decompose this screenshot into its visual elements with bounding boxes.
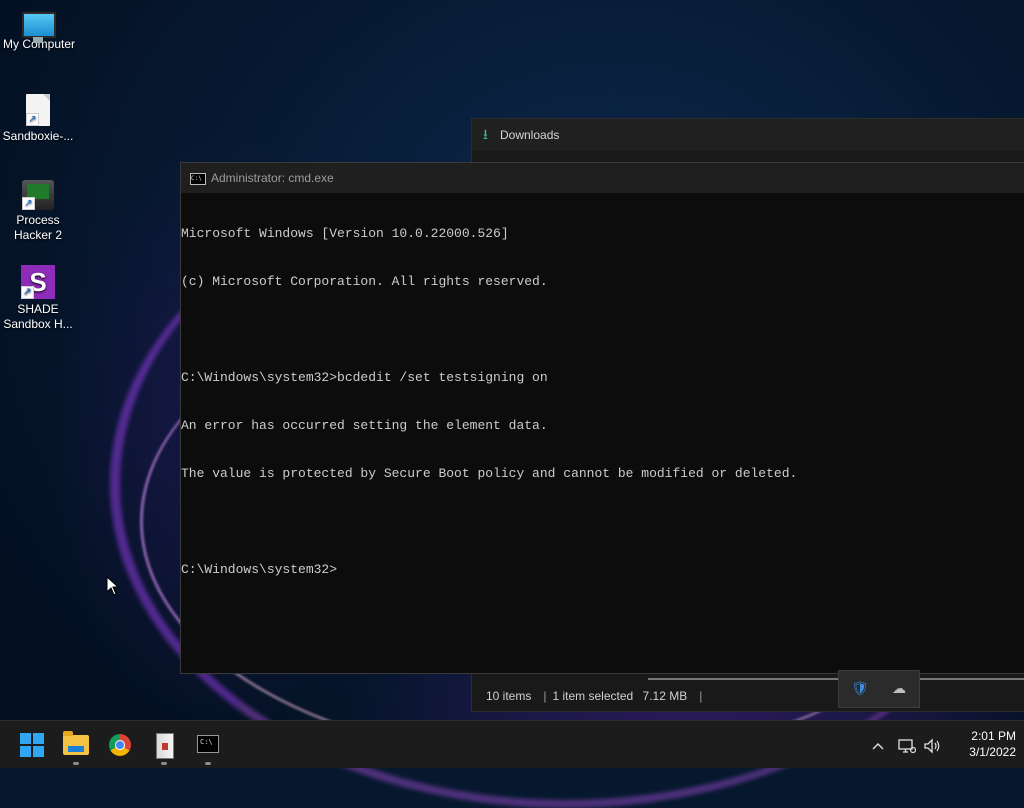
- taskbar-terminal[interactable]: C:\: [188, 725, 228, 765]
- desktop-icon-label-line1: SHADE: [17, 302, 59, 316]
- clock-date: 3/1/2022: [969, 745, 1016, 759]
- mouse-cursor-icon: [106, 576, 120, 596]
- file-explorer-icon: [63, 731, 89, 755]
- desktop-icon-my-computer[interactable]: My Computer: [0, 8, 79, 52]
- console-output[interactable]: Microsoft Windows [Version 10.0.22000.52…: [181, 193, 1024, 610]
- status-item-count: 10 items: [486, 689, 532, 703]
- shortcut-arrow-icon: ↗: [22, 197, 35, 210]
- status-separator: |: [543, 689, 547, 703]
- desktop-icon-shade-sandbox[interactable]: S ↗ SHADE Sandbox H...: [0, 265, 78, 332]
- network-button[interactable]: [895, 721, 919, 769]
- start-button[interactable]: [12, 725, 52, 765]
- taskbar: C:\ 2:01 PM 3/1/2022: [0, 720, 1024, 768]
- speaker-icon: [924, 738, 940, 754]
- chrome-icon: [109, 734, 131, 756]
- process-hacker-icon: ↗: [22, 180, 54, 210]
- cmd-title: Administrator: cmd.exe: [211, 171, 334, 185]
- tray-overflow-popup: 🛡 ☁: [838, 670, 920, 708]
- clock-time: 2:01 PM: [971, 729, 1016, 743]
- shortcut-arrow-icon: ↗: [26, 113, 39, 126]
- network-icon: [898, 739, 917, 754]
- console-line: Microsoft Windows [Version 10.0.22000.52…: [181, 226, 509, 241]
- downloads-title: Downloads: [500, 128, 560, 142]
- security-warning-icon[interactable]: 🛡: [851, 680, 869, 696]
- desktop-icon-label-line2: Hacker 2: [13, 228, 63, 242]
- console-line: (c) Microsoft Corporation. All rights re…: [181, 274, 548, 289]
- tray-chevron-button[interactable]: [866, 721, 890, 769]
- running-indicator: [161, 762, 167, 765]
- file-shortcut-icon: ↗: [26, 94, 50, 126]
- status-selected-count: 1 item selected: [552, 689, 634, 703]
- console-line: The value is protected by Secure Boot po…: [181, 466, 798, 481]
- desktop-icon-label: Sandboxie-...: [2, 129, 74, 143]
- status-selected-size: 7.12 MB: [642, 689, 688, 703]
- desktop-icon-process-hacker[interactable]: ↗ Process Hacker 2: [0, 180, 78, 243]
- terminal-icon: C:\: [197, 735, 219, 753]
- console-line: C:\Windows\system32>bcdedit /set testsig…: [181, 370, 548, 385]
- status-separator: |: [699, 689, 703, 703]
- taskbar-file-explorer[interactable]: [56, 725, 96, 765]
- downloads-titlebar[interactable]: ⭳ Downloads: [472, 119, 1024, 151]
- taskbar-chrome[interactable]: [100, 725, 140, 765]
- running-indicator: [205, 762, 211, 765]
- chevron-up-icon: [872, 743, 884, 750]
- console-prompt-line[interactable]: C:\Windows\system32>: [181, 562, 1024, 578]
- cloud-offline-icon[interactable]: ☁: [890, 680, 908, 696]
- cmd-window[interactable]: C:\ Administrator: cmd.exe Microsoft Win…: [180, 162, 1024, 674]
- volume-button[interactable]: [920, 721, 944, 769]
- desktop-icon-label-line2: Sandbox H...: [3, 317, 73, 331]
- taskbar-archive[interactable]: [144, 725, 184, 765]
- desktop-icon-sandboxie[interactable]: ↗ Sandboxie-...: [0, 94, 78, 144]
- archive-icon: [156, 733, 174, 759]
- download-arrow-icon: ⭳: [483, 126, 488, 142]
- shortcut-arrow-icon: ↗: [21, 286, 34, 299]
- running-indicator: [73, 762, 79, 765]
- windows-logo-icon: [20, 733, 44, 757]
- horizontal-scrollbar[interactable]: [648, 678, 1024, 680]
- shade-sandbox-icon: S ↗: [21, 265, 55, 299]
- monitor-icon: [22, 12, 56, 43]
- cmd-app-icon: C:\: [190, 173, 206, 185]
- console-line: An error has occurred setting the elemen…: [181, 418, 548, 433]
- cmd-titlebar[interactable]: C:\ Administrator: cmd.exe: [181, 163, 1024, 193]
- desktop-icon-label-line1: Process: [16, 213, 60, 227]
- taskbar-clock[interactable]: 2:01 PM 3/1/2022: [950, 728, 1016, 760]
- downloads-status-bar: 10 items | 1 item selected 7.12 MB |: [472, 681, 1024, 711]
